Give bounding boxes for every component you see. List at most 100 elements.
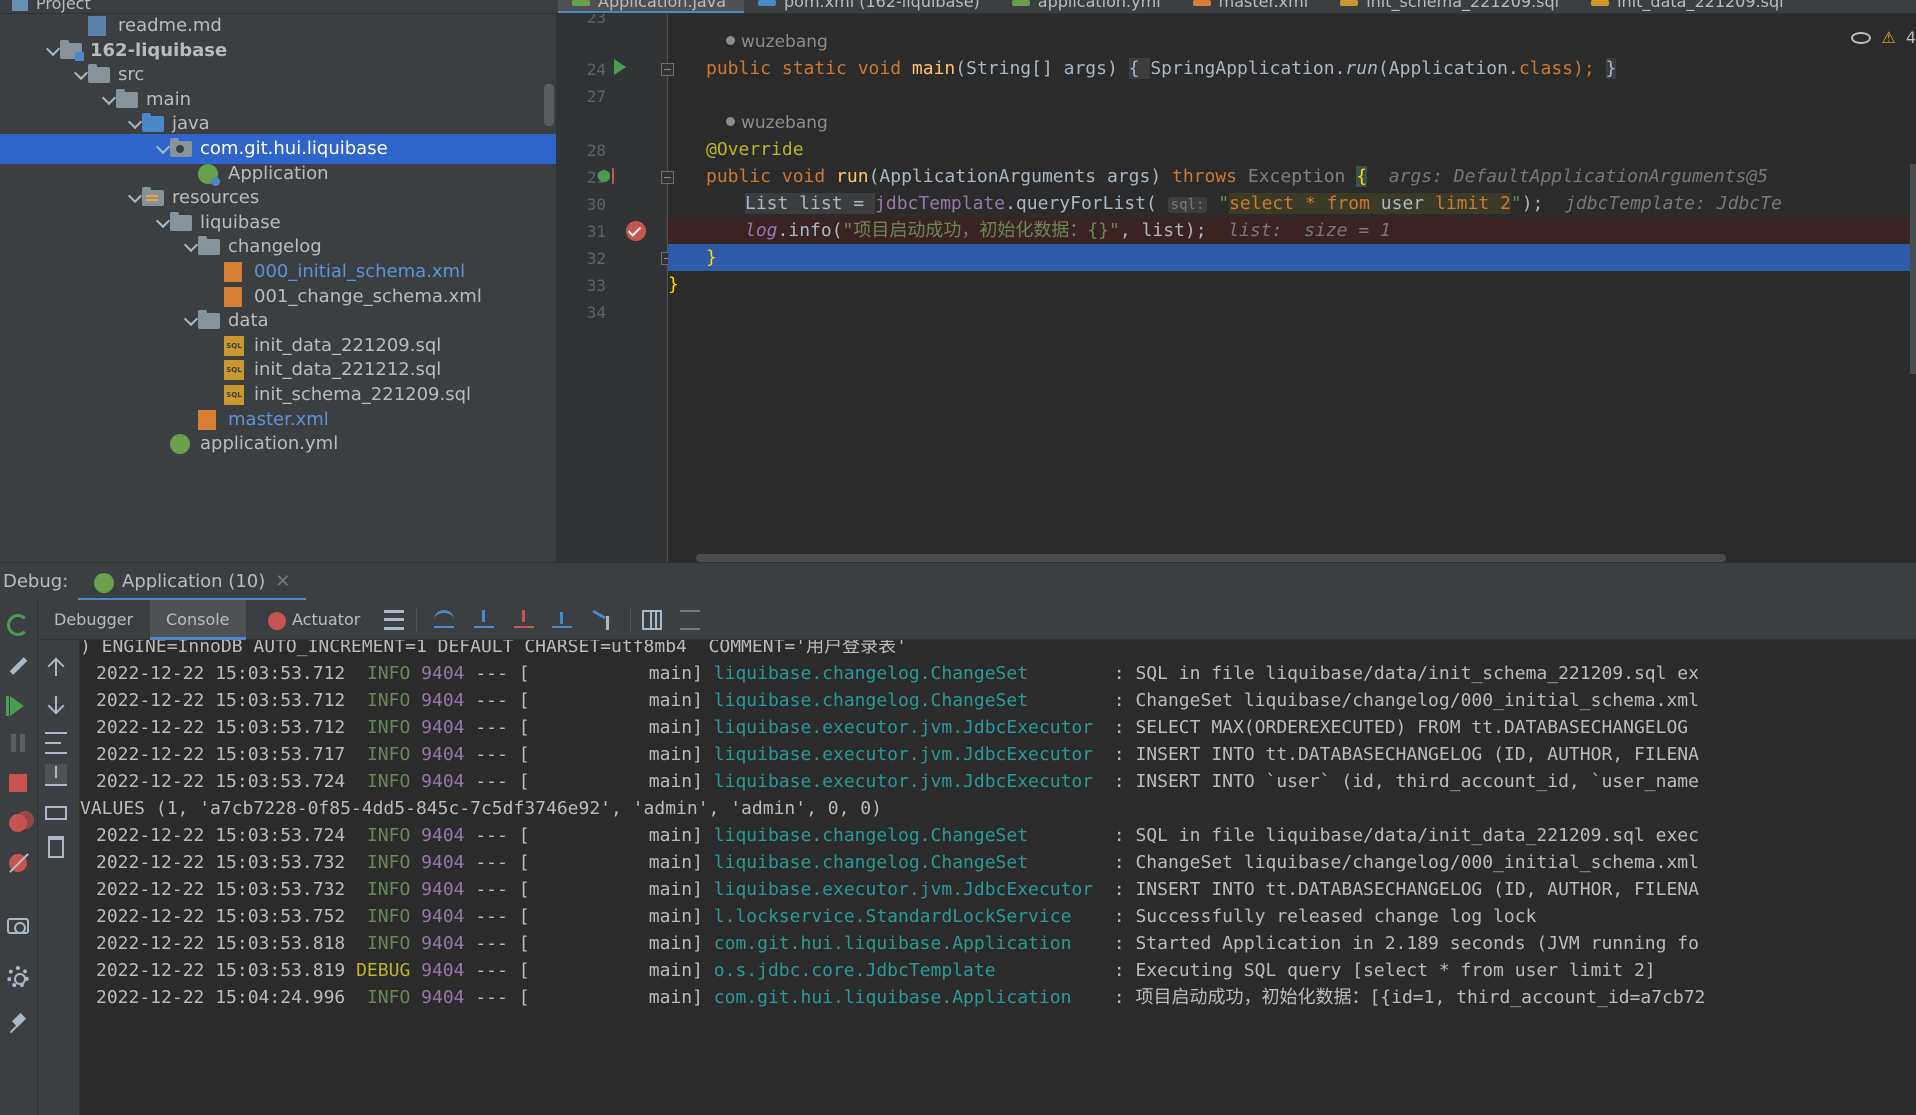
chevron-down-icon[interactable] [73, 66, 89, 81]
soft-wrap-icon[interactable] [45, 732, 67, 754]
log-pid: 9404 [421, 771, 465, 792]
chevron-down-icon[interactable] [101, 90, 117, 105]
editor-vertical-scrollbar[interactable] [1910, 164, 1916, 374]
resume-icon[interactable] [6, 696, 24, 716]
inspection-widget[interactable]: ⚠ 4 [1851, 28, 1916, 47]
code-line-29[interactable]: public void run(ApplicationArguments arg… [668, 163, 1916, 190]
collapse-all-icon[interactable] [398, 0, 414, 2]
log-separator: --- [475, 852, 508, 873]
console-action-bar [38, 640, 80, 1115]
project-panel-title[interactable]: Project [12, 0, 91, 13]
warning-count: 4 [1905, 28, 1916, 47]
chevron-down-icon[interactable] [155, 139, 171, 155]
log-thread: [ main] [518, 879, 703, 900]
log-pid: 9404 [421, 906, 465, 927]
close-icon[interactable]: ✕ [275, 571, 290, 592]
tree-item[interactable]: application.yml [0, 429, 556, 459]
code-line-31-breakpoint[interactable]: log.info("项目启动成功，初始化数据：{}", list); list:… [668, 217, 1916, 244]
editor-tab[interactable]: application.yml [998, 0, 1179, 13]
layout-icon[interactable] [384, 610, 404, 630]
up-arrow-icon[interactable] [45, 656, 67, 678]
line-number: 28 [586, 141, 606, 160]
log-level: INFO [366, 663, 411, 684]
log-message: : INSERT INTO tt.DATABASECHANGELOG (ID, … [1113, 879, 1699, 900]
locate-icon[interactable] [440, 0, 456, 2]
editor-tab[interactable]: Application.java [558, 0, 745, 13]
console-line[interactable]: 2022-12-22 15:04:24.996 INFO 9404 --- [ … [96, 981, 1705, 1014]
scroll-to-end-icon[interactable] [45, 764, 67, 786]
log-separator: --- [475, 825, 508, 846]
editor-tab-label: init_data_221209.sql [1617, 0, 1784, 11]
step-over-icon[interactable] [434, 610, 454, 630]
pause-icon[interactable] [7, 732, 29, 754]
xml-file-icon [198, 409, 216, 430]
author-hint[interactable]: wuzebang [726, 113, 828, 133]
editor-tab[interactable]: init_schema_221209.sql [1326, 0, 1577, 13]
tree-scrollbar[interactable] [544, 84, 554, 126]
gear-icon[interactable] [482, 0, 498, 2]
run-gutter-icon[interactable] [614, 59, 626, 75]
log-separator: --- [475, 933, 508, 954]
chevron-down-icon[interactable] [183, 238, 199, 253]
editor-horizontal-scrollbar[interactable] [696, 554, 1726, 562]
debug-session-tab[interactable]: Application (10) ✕ [78, 563, 307, 601]
code-line-33[interactable]: } [668, 271, 1916, 298]
evaluate-expression-icon[interactable] [642, 610, 662, 630]
tab-debugger[interactable]: Debugger [46, 600, 141, 640]
print-icon[interactable] [45, 806, 67, 820]
log-pid: 9404 [421, 960, 465, 981]
camera-icon[interactable] [7, 918, 29, 934]
file-type-icon [1192, 0, 1211, 6]
code-line-30[interactable]: List list = jdbcTemplate.queryForList( s… [668, 190, 1916, 217]
wrench-icon[interactable] [7, 654, 29, 676]
mute-breakpoints-icon[interactable] [9, 854, 27, 872]
line-number: 32 [586, 249, 606, 268]
step-into-icon[interactable] [474, 610, 494, 630]
editor-gutter[interactable]: 23 24 27 28 29 30 31 32 33 34 [556, 14, 674, 562]
chevron-down-icon[interactable] [45, 41, 61, 56]
code-line-32-current[interactable]: } [668, 244, 1916, 271]
reader-mode-icon[interactable] [1851, 32, 1872, 44]
project-tree: readme.md 162-liquibase src main java com.git… [0, 14, 556, 562]
rerun-icon[interactable] [7, 614, 29, 636]
trash-icon[interactable] [48, 836, 64, 858]
step-out-icon[interactable] [552, 610, 572, 630]
down-arrow-icon[interactable] [45, 694, 67, 716]
line-number: 31 [586, 222, 606, 241]
pin-icon[interactable] [7, 1014, 29, 1036]
log-level: INFO [366, 717, 411, 738]
view-breakpoints-icon[interactable] [9, 811, 34, 832]
override-gutter-icon[interactable] [598, 168, 620, 186]
sql-file-icon: SQL [224, 360, 244, 381]
editor-tab-label: application.yml [1037, 0, 1161, 11]
tab-console[interactable]: Console [150, 600, 246, 640]
settings-gear-icon[interactable] [7, 966, 29, 988]
stop-icon[interactable] [9, 774, 27, 792]
log-pid: 9404 [421, 852, 465, 873]
breakpoint-icon[interactable] [626, 221, 646, 241]
code-line-24[interactable]: public static void main(String[] args) {… [668, 55, 1916, 82]
editor-tab[interactable]: pom.xml (162-liquibase) [744, 0, 998, 13]
run-to-cursor-icon[interactable] [592, 610, 612, 630]
editor-tab[interactable]: master.xml [1179, 0, 1327, 13]
chevron-down-icon[interactable] [127, 115, 143, 130]
chevron-down-icon[interactable] [155, 213, 171, 228]
editor-tab-label: init_schema_221209.sql [1366, 0, 1560, 11]
author-hint[interactable]: wuzebang [726, 32, 828, 52]
log-pid: 9404 [421, 933, 465, 954]
tab-actuator[interactable]: Actuator [264, 600, 364, 640]
editor-tab[interactable]: init_data_221209.sql [1577, 0, 1801, 13]
force-step-into-icon[interactable] [514, 610, 534, 630]
trace-stream-icon[interactable] [680, 610, 700, 630]
log-message: : INSERT INTO tt.DATABASECHANGELOG (ID, … [1113, 744, 1699, 765]
console-output[interactable]: ) ENGINE=InnoDB AUTO_INCREMENT=1 DEFAULT… [80, 640, 1916, 1115]
log-thread: [ main] [518, 744, 703, 765]
folder-icon [116, 88, 138, 108]
file-type-icon [1011, 0, 1030, 6]
code-editor[interactable]: 23 24 27 28 29 30 31 32 33 34 wuzebang p… [556, 14, 1916, 562]
chevron-down-icon[interactable] [127, 189, 143, 204]
log-timestamp: 2022-12-22 15:03:53.717 [96, 744, 346, 765]
code-line-28[interactable]: @Override [668, 136, 1916, 163]
person-icon [726, 36, 735, 45]
chevron-down-icon[interactable] [183, 312, 199, 327]
